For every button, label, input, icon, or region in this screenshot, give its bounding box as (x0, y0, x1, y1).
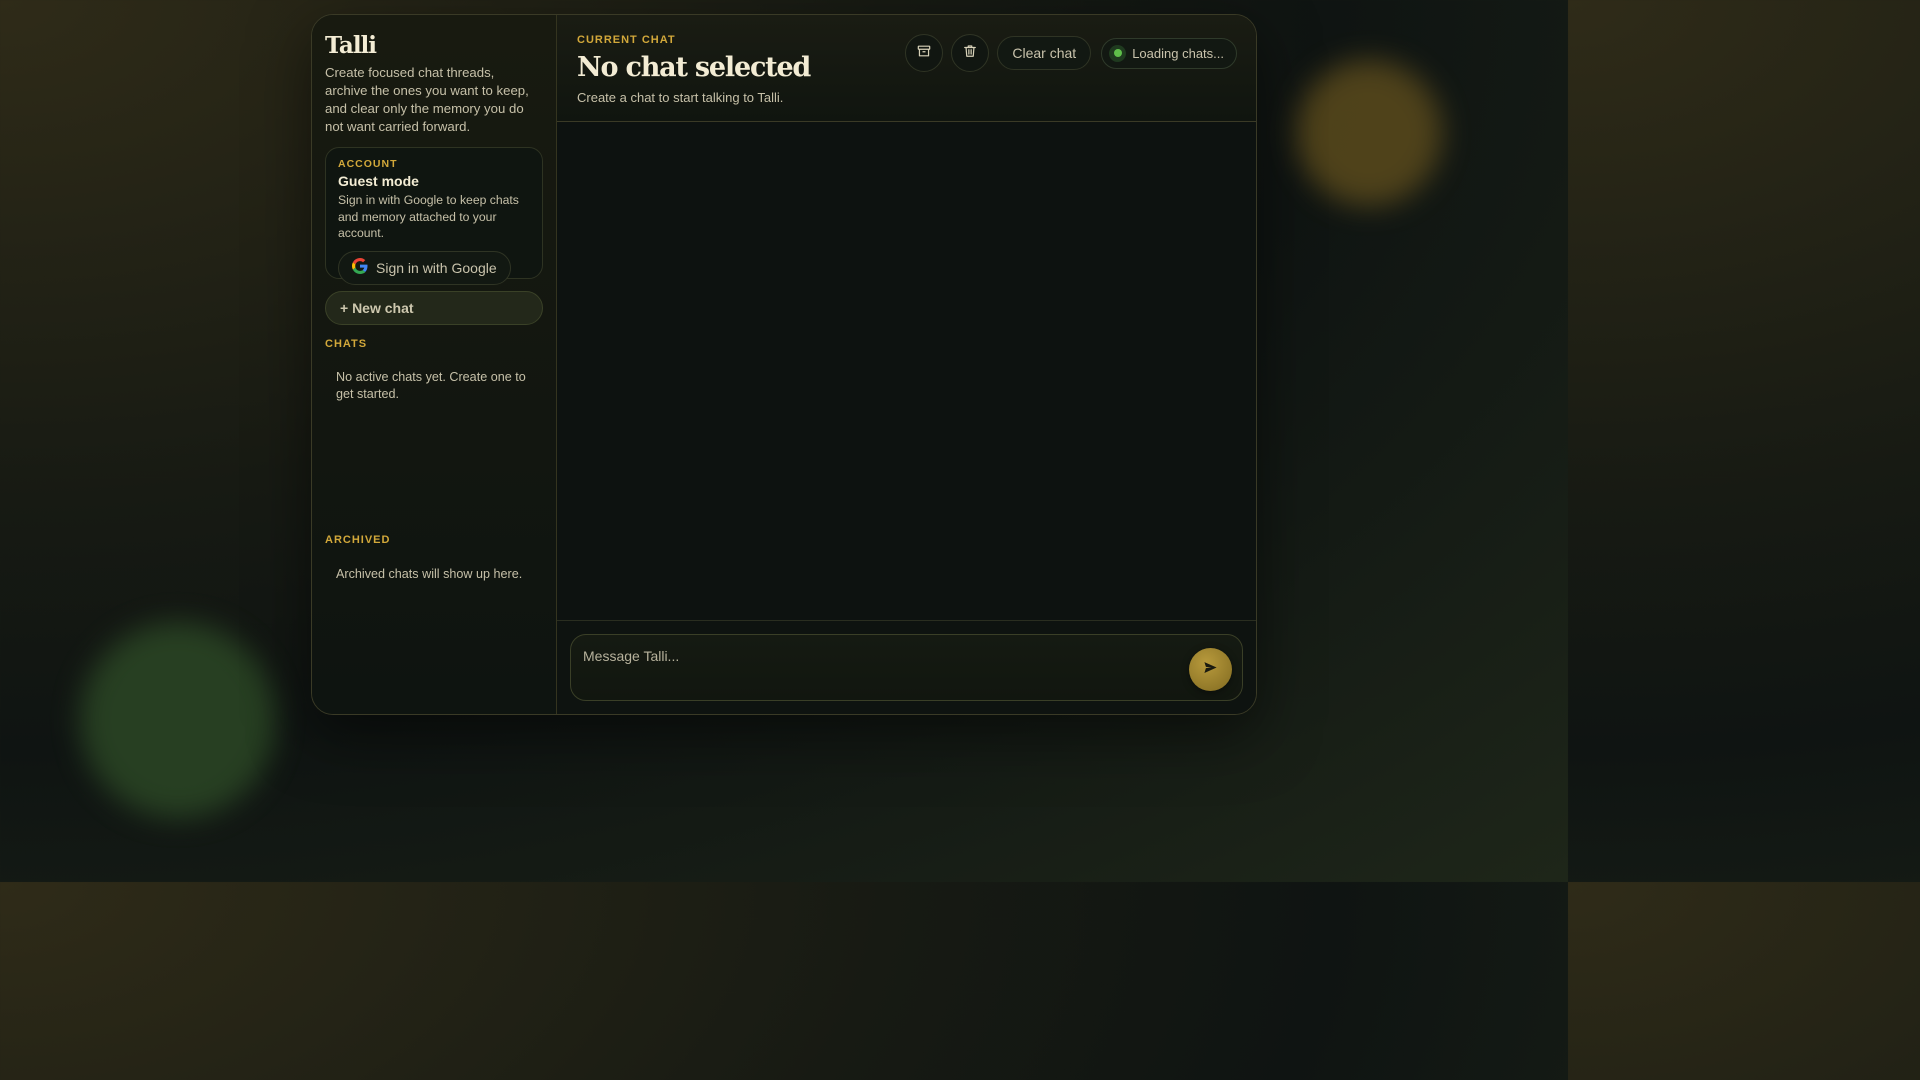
brand-tagline: Create focused chat threads, archive the… (325, 65, 529, 134)
archive-chat-button[interactable] (905, 34, 944, 72)
message-input[interactable] (583, 648, 1173, 664)
background-glow-green (80, 622, 276, 818)
clear-chat-button[interactable]: Clear chat (997, 36, 1092, 70)
chats-section-label: CHATS (325, 338, 368, 350)
google-sign-in-button[interactable]: Sign in with Google (338, 250, 511, 285)
status-indicator (1109, 44, 1127, 62)
google-sign-in-label: Sign in with Google (376, 259, 497, 276)
chat-header: CURRENT CHAT No chat selected Create a c… (557, 15, 1256, 122)
background-glow-gold (1296, 60, 1442, 206)
new-chat-button[interactable]: + New chat (325, 291, 543, 325)
send-button[interactable] (1189, 648, 1232, 691)
composer (570, 634, 1243, 701)
archive-icon (917, 44, 931, 63)
composer-area (557, 620, 1256, 714)
brand-title: Talli (325, 32, 377, 59)
account-card: ACCOUNT Guest mode Sign in with Google t… (325, 147, 543, 285)
chat-subtitle: Create a chat to start talking to Talli. (577, 90, 784, 105)
delete-chat-button[interactable] (951, 34, 990, 72)
app-window: Talli Create focused chat threads, archi… (311, 14, 1257, 715)
chats-empty-state: No active chats yet. Create one to get s… (336, 370, 526, 401)
google-icon (352, 258, 368, 277)
message-list[interactable] (557, 122, 1256, 620)
chat-panel: CURRENT CHAT No chat selected Create a c… (557, 15, 1256, 714)
status-pill: Loading chats... (1101, 37, 1237, 69)
archived-empty-state: Archived chats will show up here. (336, 567, 523, 581)
account-description: Sign in with Google to keep chats and me… (338, 193, 519, 240)
status-text: Loading chats... (1132, 45, 1224, 61)
send-icon (1203, 660, 1218, 680)
sidebar: Talli Create focused chat threads, archi… (312, 15, 557, 714)
account-title: Guest mode (338, 173, 419, 189)
account-eyebrow: ACCOUNT (338, 158, 398, 170)
header-actions: Clear chat Loading chats... (905, 34, 1237, 72)
status-dot (1113, 49, 1122, 57)
trash-icon (963, 44, 977, 63)
archived-section-label: ARCHIVED (325, 534, 391, 546)
